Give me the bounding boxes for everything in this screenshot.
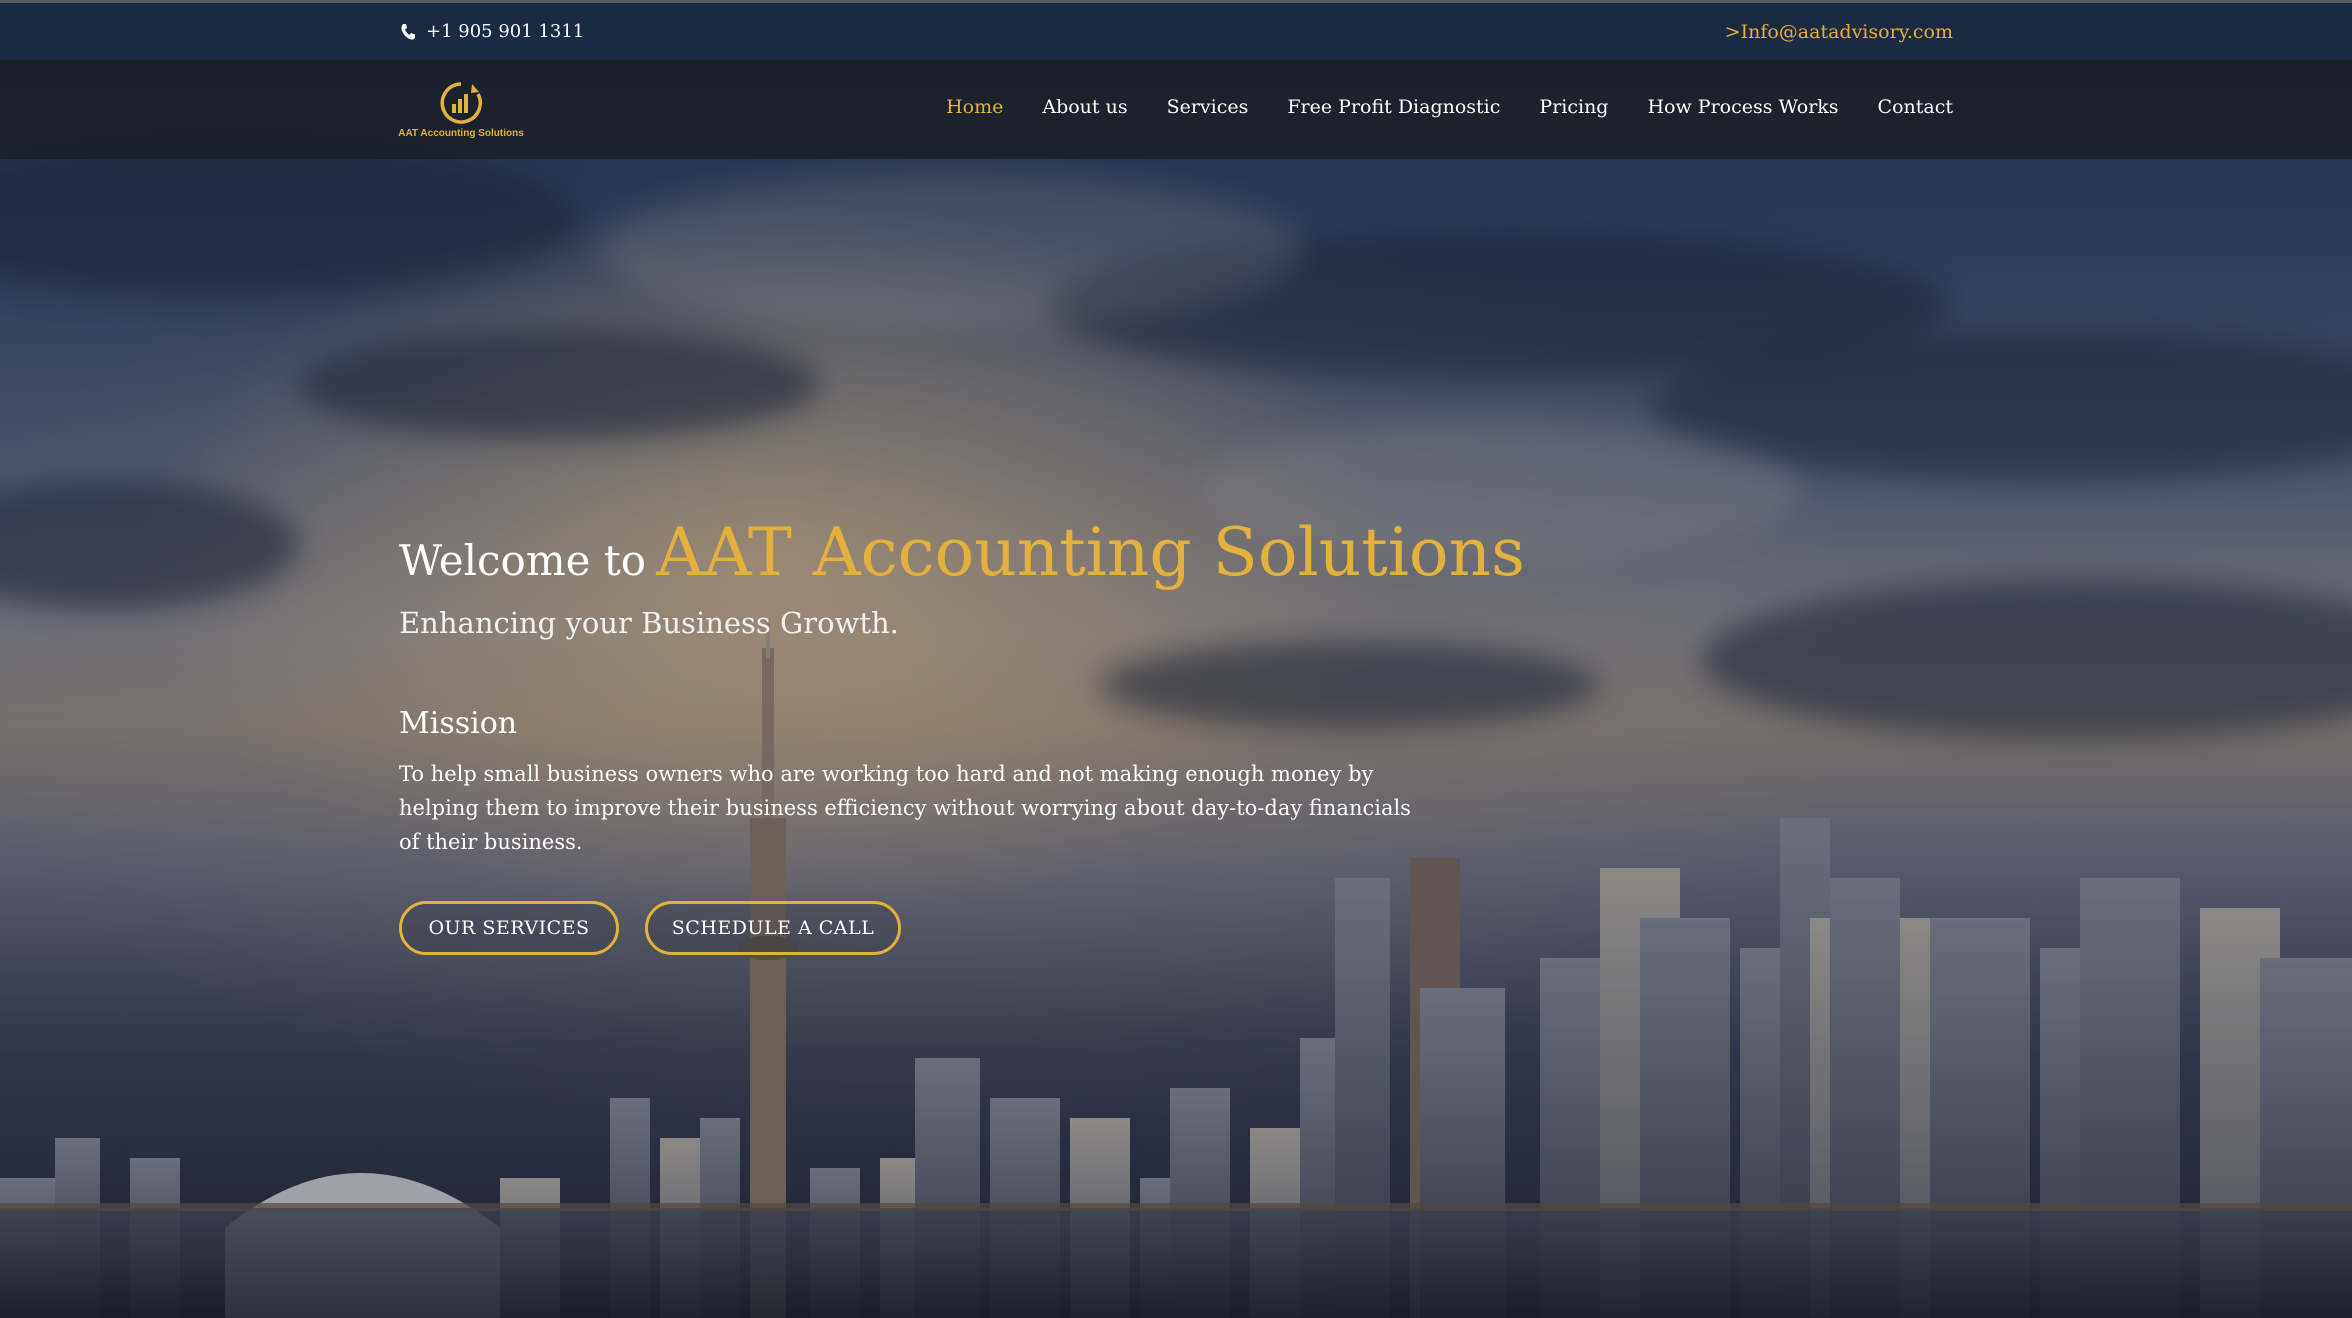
mission-heading: Mission	[399, 706, 518, 741]
mission-text: To help small business owners who are wo…	[399, 762, 1411, 854]
hero-buttons: OUR SERVICES SCHEDULE A CALL	[399, 901, 1499, 955]
bar-chart-circle-icon	[440, 82, 482, 124]
schedule-a-call-button[interactable]: SCHEDULE A CALL	[645, 901, 901, 955]
page: +1 905 901 1311 >Info@aatadvisory.com AA…	[0, 0, 2352, 1318]
hero-brand-name: AAT Accounting Solutions	[656, 514, 1525, 591]
nav-item-about-us[interactable]: About us	[1042, 96, 1127, 118]
hero-heading: Welcome to AAT Accounting Solutions	[399, 520, 1525, 586]
our-services-button[interactable]: OUR SERVICES	[399, 901, 619, 955]
phone-icon	[400, 23, 416, 41]
nav-item-how-process-works[interactable]: How Process Works	[1647, 96, 1838, 118]
main-navbar: AAT Accounting Solutions Home About us S…	[0, 60, 2352, 159]
phone-contact[interactable]: +1 905 901 1311	[400, 21, 584, 42]
nav-menu: Home About us Services Free Profit Diagn…	[907, 96, 1953, 118]
hero-section: Welcome to AAT Accounting Solutions Enha…	[399, 520, 1525, 955]
nav-item-free-profit-diagnostic[interactable]: Free Profit Diagnostic	[1287, 96, 1500, 118]
logo-text: AAT Accounting Solutions	[398, 128, 524, 139]
nav-item-contact[interactable]: Contact	[1878, 96, 1953, 118]
nav-item-pricing[interactable]: Pricing	[1539, 96, 1608, 118]
email-link[interactable]: >Info@aatadvisory.com	[1725, 21, 1953, 43]
hero-welcome-text: Welcome to	[399, 536, 647, 585]
top-contact-bar: +1 905 901 1311 >Info@aatadvisory.com	[0, 0, 2352, 60]
hero-tagline: Enhancing your Business Growth.	[399, 606, 899, 640]
site-logo[interactable]: AAT Accounting Solutions	[398, 80, 524, 142]
phone-number: +1 905 901 1311	[426, 21, 585, 42]
nav-item-home[interactable]: Home	[946, 96, 1003, 118]
nav-item-services[interactable]: Services	[1167, 96, 1249, 118]
